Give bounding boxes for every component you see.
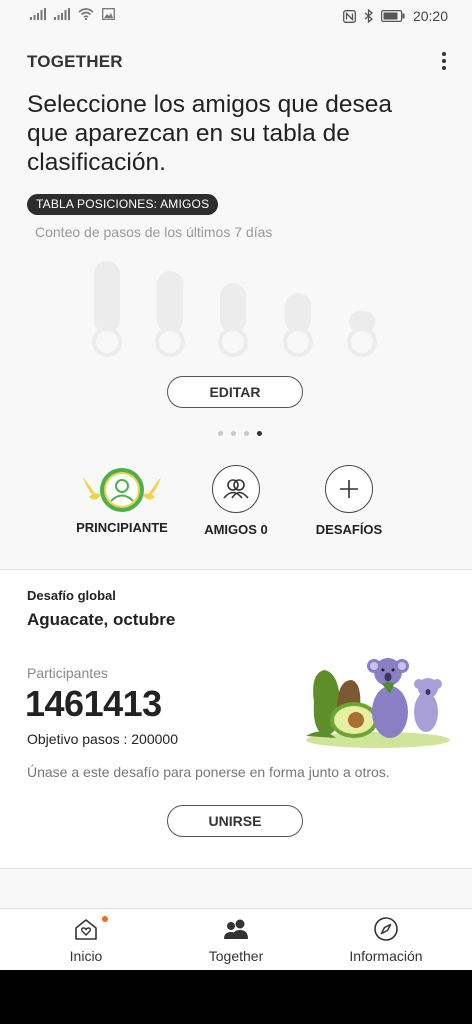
- leaderboard-placeholder-bars: [0, 255, 472, 365]
- status-left: [30, 8, 115, 20]
- bottom-navigation: Inicio Together Información: [0, 910, 472, 970]
- beginner-badge-icon: [83, 468, 161, 512]
- nav-label: Inicio: [69, 948, 103, 964]
- wifi-icon: [78, 8, 94, 20]
- challenge-goal: Objetivo pasos : 200000: [27, 731, 178, 747]
- plus-icon: [325, 465, 373, 513]
- placeholder-avatar: [347, 327, 377, 357]
- nav-label: Together: [208, 948, 264, 964]
- app-title: TOGETHER: [27, 52, 123, 71]
- notification-badge: [102, 916, 108, 922]
- placeholder-bar: [92, 261, 122, 357]
- participants-label: Participantes: [27, 665, 108, 681]
- signal-icon: [54, 8, 70, 20]
- bluetooth-icon: [364, 9, 373, 23]
- nav-item-together[interactable]: Together: [166, 916, 306, 964]
- placeholder-avatar: [218, 327, 248, 357]
- challenge-section-label: Desafío global: [27, 588, 116, 603]
- join-button[interactable]: UNIRSE: [167, 805, 303, 837]
- page-indicator: [218, 431, 262, 436]
- leaderboard-filter-pill[interactable]: TABLA POSICIONES: AMIGOS: [27, 194, 219, 215]
- edit-button[interactable]: EDITAR: [167, 376, 303, 408]
- status-bar: 20:20: [0, 0, 472, 34]
- page-dot: [244, 431, 249, 436]
- nfc-icon: [343, 9, 356, 23]
- placeholder-bar: [347, 311, 377, 357]
- shortcut-challenges[interactable]: DESAFÍOS: [284, 465, 414, 537]
- placeholder-avatar: [155, 327, 185, 357]
- nav-label: Información: [349, 948, 423, 964]
- system-navigation-bar: [0, 970, 472, 1024]
- more-options-button[interactable]: [432, 48, 456, 74]
- page-dot: [218, 431, 223, 436]
- battery-icon: [380, 10, 405, 22]
- shortcut-friends[interactable]: AMIGOS 0: [171, 465, 301, 537]
- shortcut-label: AMIGOS 0: [204, 522, 268, 537]
- challenge-title: Aguacate, octubre: [27, 610, 176, 629]
- leaderboard-subtitle: Conteo de pasos de los últimos 7 días: [35, 224, 273, 240]
- image-icon: [102, 8, 115, 20]
- avocado-koala-illustration: [306, 658, 450, 748]
- placeholder-bar: [283, 293, 313, 357]
- leaderboard-headline: Seleccione los amigos que desea que apar…: [27, 91, 393, 176]
- status-time: 20:20: [412, 8, 448, 24]
- people-icon: [166, 916, 306, 942]
- shortcut-label: PRINCIPIANTE: [76, 520, 168, 535]
- signal-icon: [30, 8, 46, 20]
- compass-icon: [316, 916, 456, 942]
- shortcut-label: DESAFÍOS: [315, 522, 383, 537]
- placeholder-bar: [155, 271, 185, 357]
- challenge-description: Únase a este desafío para ponerse en for…: [27, 764, 390, 780]
- shortcuts-row: PRINCIPIANTE AMIGOS 0 DESAFÍOS: [0, 465, 472, 555]
- section-divider: [0, 868, 472, 869]
- page-dot: [231, 431, 236, 436]
- status-right: 20:20: [343, 8, 448, 24]
- placeholder-avatar: [92, 327, 122, 357]
- home-heart-icon: [16, 916, 156, 942]
- placeholder-avatar: [283, 327, 313, 357]
- placeholder-bar: [218, 283, 248, 357]
- app-bar: TOGETHER: [0, 44, 472, 80]
- nav-item-home[interactable]: Inicio: [16, 916, 156, 964]
- screen: 20:20 TOGETHER Seleccione los amigos que…: [0, 0, 472, 970]
- page-dot-active: [257, 431, 262, 436]
- shortcut-beginner[interactable]: PRINCIPIANTE: [57, 465, 187, 535]
- participants-count: 1461413: [25, 683, 162, 724]
- more-vert-icon: [442, 52, 446, 56]
- bottom-nav-divider: [0, 908, 472, 909]
- nav-item-info[interactable]: Información: [316, 916, 456, 964]
- friends-icon: [212, 465, 260, 513]
